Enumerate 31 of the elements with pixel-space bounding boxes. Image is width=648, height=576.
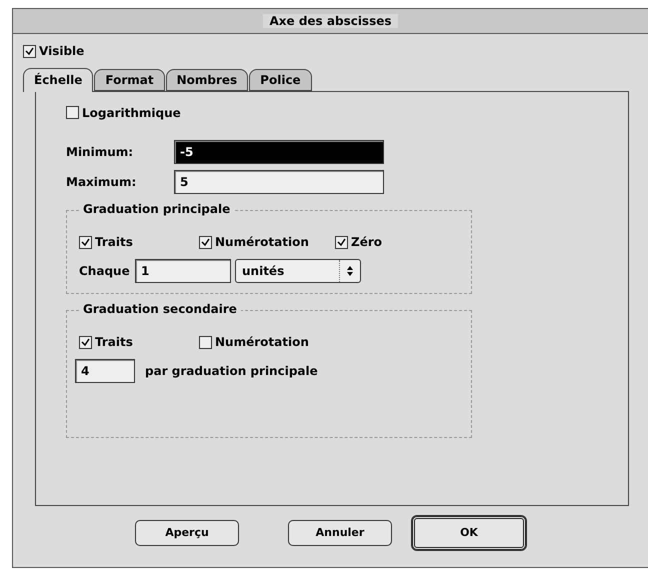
input-field[interactable]: 5	[174, 170, 384, 194]
window-title: Axe des abscisses	[263, 14, 398, 28]
field-label: Maximum:	[66, 175, 138, 189]
checkmark-icon	[81, 338, 90, 346]
unit-dropdown[interactable]: unités	[235, 259, 361, 283]
checkbox[interactable]: Logarithmique	[66, 106, 181, 120]
input-field[interactable]: -5	[174, 140, 384, 164]
field-label: Minimum:	[66, 145, 134, 159]
checkbox[interactable]: Traits	[79, 335, 199, 349]
checkbox[interactable]: Zéro	[335, 235, 382, 249]
checkmark-icon	[201, 238, 210, 246]
dialog-button[interactable]: Aperçu	[135, 520, 239, 546]
tab[interactable]: Échelle	[23, 68, 94, 92]
field-label: Chaque	[79, 264, 131, 278]
field-label: par graduation principale	[145, 364, 318, 378]
checkbox[interactable]: Visible	[23, 44, 84, 58]
checkmark-icon	[81, 238, 90, 246]
dialog-button[interactable]: OK	[412, 516, 526, 550]
checkmark-icon	[25, 46, 34, 56]
tab[interactable]: Nombres	[166, 68, 248, 90]
dialog-button[interactable]: Annuler	[288, 520, 392, 546]
input-field[interactable]: 4	[75, 359, 135, 383]
checkbox[interactable]: Traits	[79, 235, 199, 249]
tab[interactable]: Police	[249, 68, 312, 90]
group-title: Graduation principale	[79, 202, 234, 216]
checkbox[interactable]: Numérotation	[199, 235, 335, 249]
input-field[interactable]: 1	[135, 259, 231, 283]
tab[interactable]: Format	[94, 68, 165, 90]
checkbox[interactable]: Numérotation	[199, 335, 309, 349]
group-title: Graduation secondaire	[79, 302, 241, 316]
checkmark-icon	[337, 238, 346, 246]
